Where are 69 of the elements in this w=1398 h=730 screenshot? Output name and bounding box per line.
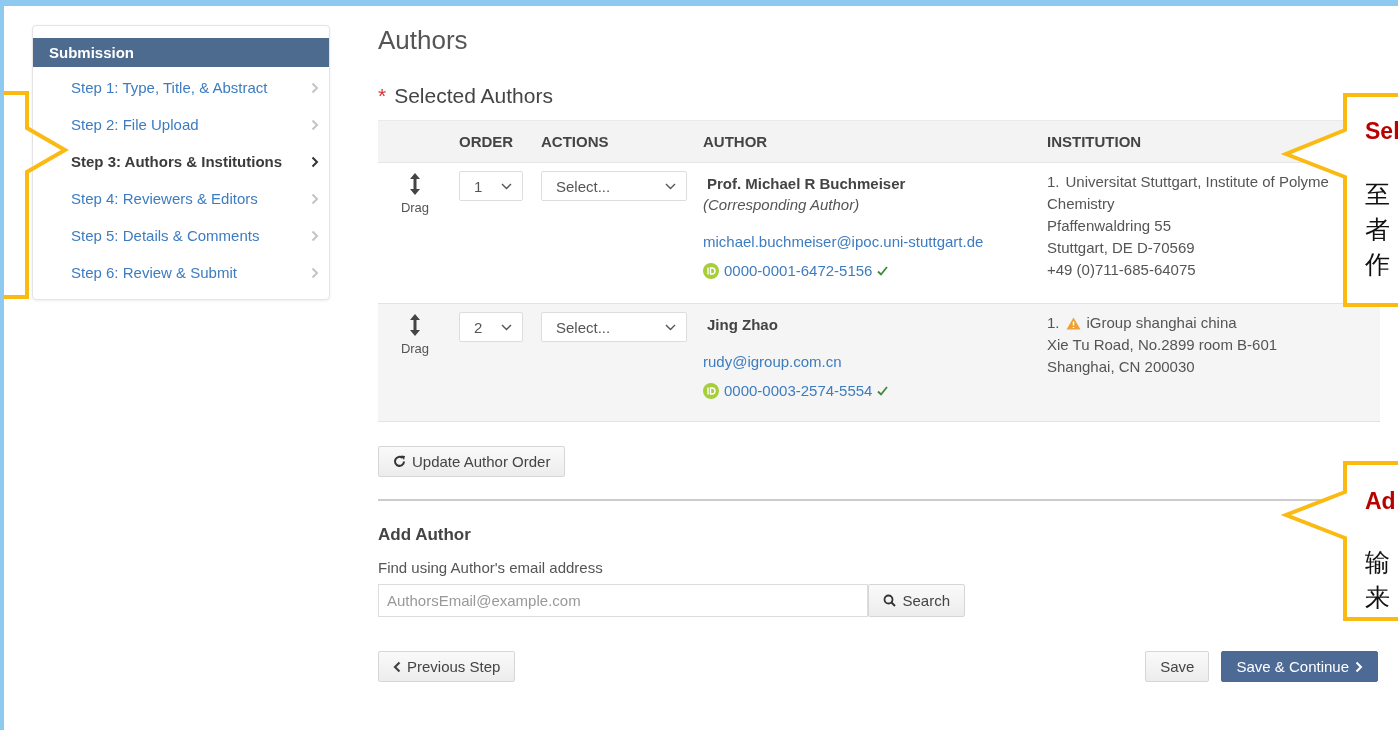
institution-line: Pfaffenwaldring 55 <box>1047 216 1172 236</box>
update-order-button[interactable]: Update Author Order <box>378 446 566 477</box>
caret-down-icon <box>501 323 512 331</box>
actions-select[interactable]: Select... <box>541 312 687 342</box>
chevron-right-icon <box>311 155 319 168</box>
step-link[interactable]: Step 3: Authors & Institutions <box>33 143 329 180</box>
previous-step-button[interactable]: Previous Step <box>378 651 516 682</box>
column-header: ACTIONS <box>536 120 698 163</box>
sidebar-title: Submission <box>33 38 329 67</box>
institution-number: 1. <box>1047 172 1060 192</box>
chevron-right-icon <box>311 81 319 94</box>
chevron-right-icon <box>311 192 319 205</box>
email-input[interactable]: AuthorsEmail@example.com <box>378 584 869 617</box>
search-button[interactable]: Search <box>868 584 965 617</box>
chevron-left-icon <box>393 660 401 673</box>
orcid-link[interactable]: 0000-0003-2574-5554 <box>724 382 873 399</box>
step-link[interactable]: Step 5: Details & Comments <box>33 217 329 254</box>
callout-text: 者 <box>1365 214 1390 246</box>
vertical-arrow-icon[interactable] <box>409 171 421 197</box>
search-icon <box>883 594 897 607</box>
save-continue-button[interactable]: Save & Continue <box>1221 651 1378 682</box>
orcid-link[interactable]: 0000-0001-6472-5156 <box>724 262 873 279</box>
caret-down-icon <box>665 323 676 331</box>
drag-label: Drag <box>400 200 430 215</box>
institution-line: Shanghai, CN 200030 <box>1047 357 1196 377</box>
section-title: Selected Authors <box>394 84 553 108</box>
email-link[interactable]: rudy@igroup.com.cn <box>703 353 1037 370</box>
step-link[interactable]: Step 4: Reviewers & Editors <box>33 180 329 217</box>
callout-text: 输 <box>1365 547 1390 579</box>
institution-line: +49 (0)711-685-64075 <box>1047 260 1197 280</box>
email-link[interactable]: michael.buchmeiser@ipoc.uni-stuttgart.de <box>703 233 1037 250</box>
save-button[interactable]: Save <box>1145 651 1210 682</box>
callout-text: 来 <box>1365 582 1390 614</box>
chevron-right-icon <box>311 229 319 242</box>
caret-down-icon <box>501 182 512 190</box>
institution-line: Chemistry <box>1047 194 1116 214</box>
institution-line: Xie Tu Road, No.2899 room B-601 <box>1047 335 1279 355</box>
caret-down-icon <box>665 182 676 190</box>
institution-name: iGroup shanghai china <box>1086 313 1237 333</box>
page-title: Authors <box>378 25 469 56</box>
step-link[interactable]: Step 1: Type, Title, & Abstract <box>33 69 329 106</box>
institution-number: 1. <box>1047 313 1060 333</box>
vertical-arrow-icon[interactable] <box>409 312 421 338</box>
refresh-icon <box>393 455 406 468</box>
order-select[interactable]: 2 <box>459 312 523 342</box>
callout-title: Sel <box>1365 118 1398 145</box>
search-hint: Find using Author's email address <box>378 559 604 576</box>
callout-text: 作 <box>1365 249 1390 281</box>
drag-label: Drag <box>400 341 430 356</box>
chevron-right-icon <box>311 266 319 279</box>
chevron-right-icon <box>311 118 319 131</box>
chevron-right-icon <box>1355 660 1363 673</box>
orcid-icon <box>703 382 719 399</box>
actions-select[interactable]: Select... <box>541 171 687 201</box>
required-mark: * <box>378 84 387 108</box>
author-name: Prof. Michael R Buchmeiser <box>707 175 907 192</box>
author-name: Jing Zhao <box>707 316 779 333</box>
author-role: (Corresponding Author) <box>703 196 861 213</box>
step-link[interactable]: Step 2: File Upload <box>33 106 329 143</box>
callout-title: Ad <box>1365 488 1396 515</box>
column-header: AUTHOR <box>698 120 1042 163</box>
orcid-icon <box>703 262 719 279</box>
add-author-title: Add Author <box>378 525 472 545</box>
order-select[interactable]: 1 <box>459 171 523 201</box>
step-link[interactable]: Step 6: Review & Submit <box>33 254 329 291</box>
column-header: ORDER <box>454 120 536 163</box>
callout-text: 至 <box>1365 179 1390 211</box>
institution-name: Universitat Stuttgart, Institute of Polyme <box>1065 172 1329 192</box>
institution-line: Stuttgart, DE D-70569 <box>1047 238 1196 258</box>
